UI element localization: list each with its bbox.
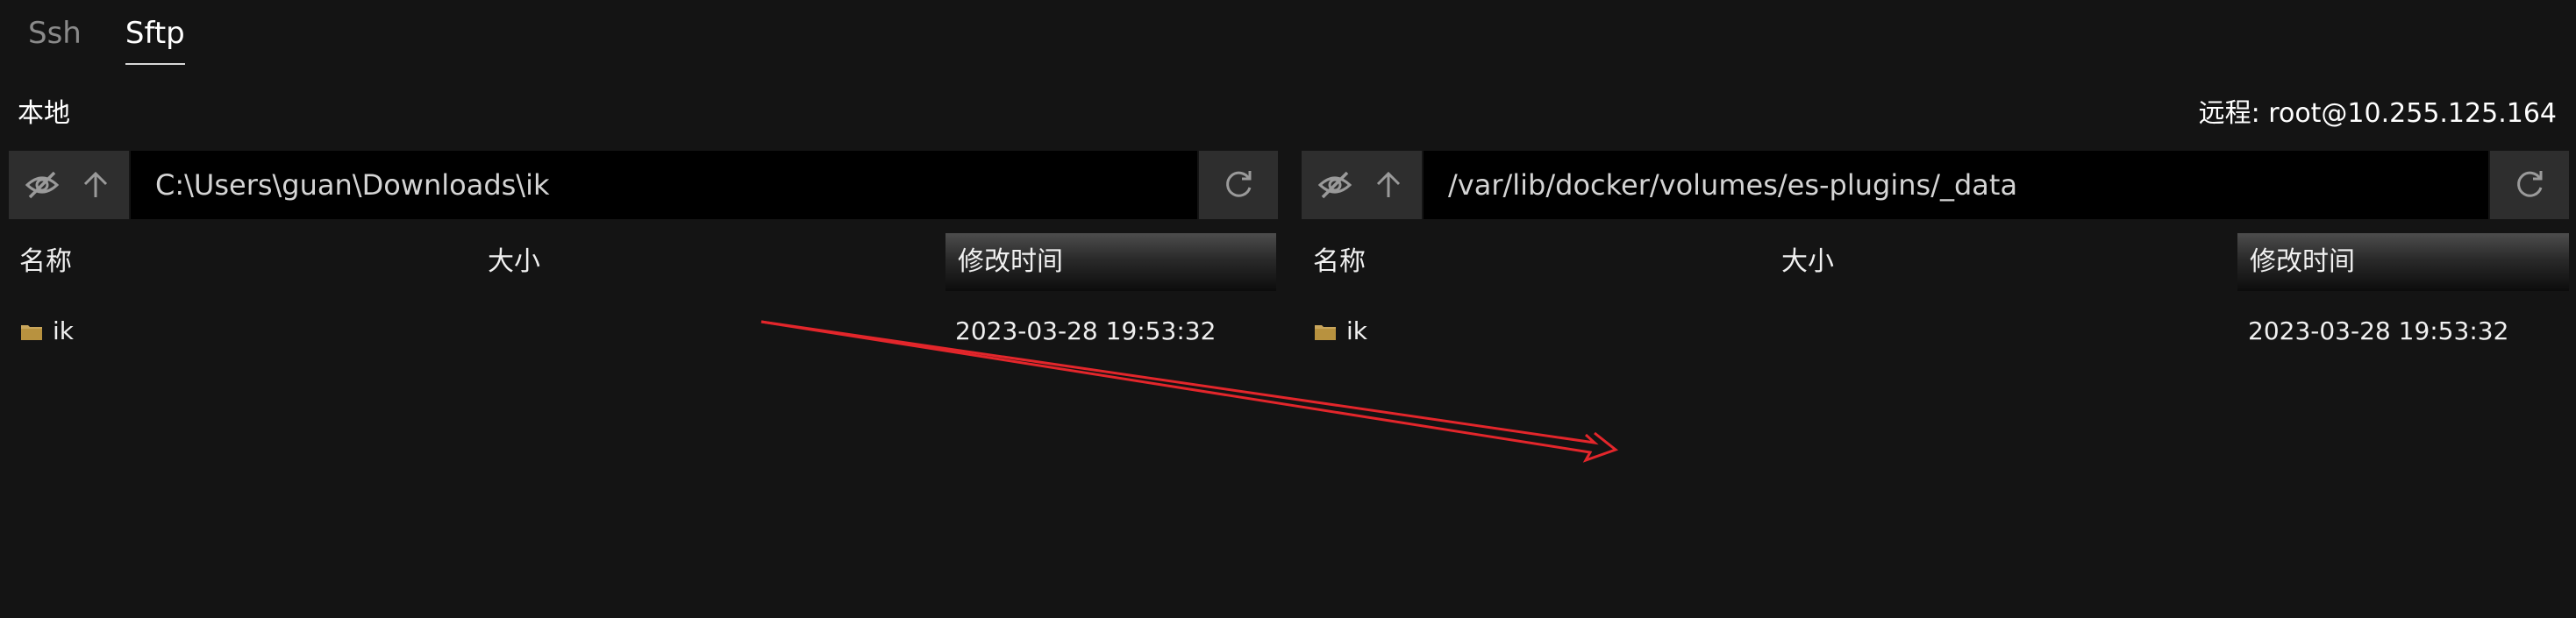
remote-file-row[interactable]: ik	[1315, 314, 1367, 349]
folder-icon	[21, 325, 42, 340]
tab-bar: Ssh Sftp	[28, 16, 185, 65]
local-col-name[interactable]: 名称	[19, 233, 475, 291]
remote-path-bar	[1302, 151, 2569, 219]
file-name: ik	[53, 316, 74, 345]
local-path-input[interactable]	[131, 151, 1197, 219]
file-modified: 2023-03-28 19:53:32	[2248, 316, 2509, 345]
remote-pane-label: 远程: root@10.255.125.164	[2198, 98, 2557, 129]
eye-slash-icon[interactable]	[1312, 162, 1358, 208]
local-nav-group	[9, 151, 129, 219]
arrow-up-icon[interactable]	[1366, 162, 1411, 208]
file-modified: 2023-03-28 19:53:32	[955, 316, 1217, 345]
local-file-row[interactable]: ik	[21, 314, 74, 349]
remote-col-name[interactable]: 名称	[1313, 233, 1769, 291]
refresh-icon[interactable]	[1199, 151, 1278, 219]
annotation-arrow	[760, 320, 1619, 463]
remote-path-input[interactable]	[1424, 151, 2488, 219]
tab-sftp[interactable]: Sftp	[125, 16, 185, 65]
eye-slash-icon[interactable]	[19, 162, 65, 208]
local-pane-label: 本地	[18, 98, 70, 129]
remote-col-size[interactable]: 大小	[1781, 233, 2237, 291]
remote-nav-group	[1302, 151, 1422, 219]
remote-col-modified[interactable]: 修改时间	[2237, 233, 2569, 291]
local-path-bar	[9, 151, 1278, 219]
local-col-modified[interactable]: 修改时间	[945, 233, 1276, 291]
folder-icon	[1315, 325, 1336, 340]
file-name: ik	[1346, 316, 1367, 345]
local-col-size[interactable]: 大小	[488, 233, 944, 291]
refresh-icon[interactable]	[2490, 151, 2569, 219]
tab-ssh[interactable]: Ssh	[28, 16, 82, 65]
arrow-up-icon[interactable]	[73, 162, 118, 208]
